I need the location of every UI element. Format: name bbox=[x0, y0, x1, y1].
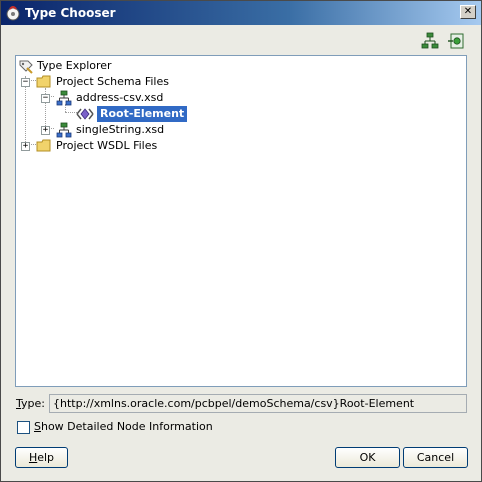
ok-button[interactable]: OK bbox=[335, 447, 400, 468]
import-schema-icon[interactable] bbox=[447, 32, 465, 50]
title-bar[interactable]: Type Chooser ✕ bbox=[1, 1, 481, 25]
tree-label: Project Schema Files bbox=[56, 75, 169, 88]
show-detailed-mnemonic: S bbox=[34, 420, 41, 433]
folder-icon bbox=[36, 75, 51, 88]
tree-label-selected: Root-Element bbox=[97, 106, 188, 122]
tree-label: singleString.xsd bbox=[76, 123, 165, 136]
schema-icon bbox=[56, 90, 72, 106]
collapse-icon[interactable]: − bbox=[21, 78, 30, 87]
help-button[interactable]: Help bbox=[15, 447, 68, 468]
folder-icon bbox=[36, 139, 51, 152]
type-explorer-icon bbox=[19, 60, 33, 74]
collapse-icon[interactable]: − bbox=[41, 94, 50, 103]
type-label: Type: bbox=[16, 397, 45, 410]
tree-label: Project WSDL Files bbox=[56, 139, 158, 152]
window-title: Type Chooser bbox=[25, 6, 116, 20]
tree-label: address-csv.xsd bbox=[76, 91, 164, 104]
close-icon: ✕ bbox=[463, 6, 473, 17]
cancel-button[interactable]: Cancel bbox=[403, 447, 468, 468]
close-button[interactable]: ✕ bbox=[460, 5, 476, 19]
type-explorer-tree[interactable]: Type Explorer − Project Schema Files − a… bbox=[15, 55, 467, 387]
tree-label: Type Explorer bbox=[37, 59, 112, 72]
type-chooser-dialog: Type Chooser ✕ Type Explorer − Project S… bbox=[0, 0, 482, 482]
help-mnemonic: H bbox=[28, 451, 38, 464]
expand-icon[interactable]: + bbox=[21, 142, 30, 151]
expand-icon[interactable]: + bbox=[41, 126, 50, 135]
show-detailed-label[interactable]: Show Detailed Node Information bbox=[34, 420, 213, 433]
show-detailed-text: how Detailed Node Information bbox=[40, 420, 213, 433]
help-text: elp bbox=[37, 451, 55, 464]
type-field[interactable]: {http://xmlns.oracle.com/pcbpel/demoSche… bbox=[49, 394, 467, 413]
type-label-text: ype: bbox=[21, 397, 45, 410]
app-icon bbox=[6, 6, 20, 21]
schema-tree-icon[interactable] bbox=[421, 32, 439, 50]
element-icon bbox=[76, 108, 94, 120]
schema-icon bbox=[56, 122, 72, 138]
show-detailed-checkbox[interactable] bbox=[17, 421, 30, 434]
